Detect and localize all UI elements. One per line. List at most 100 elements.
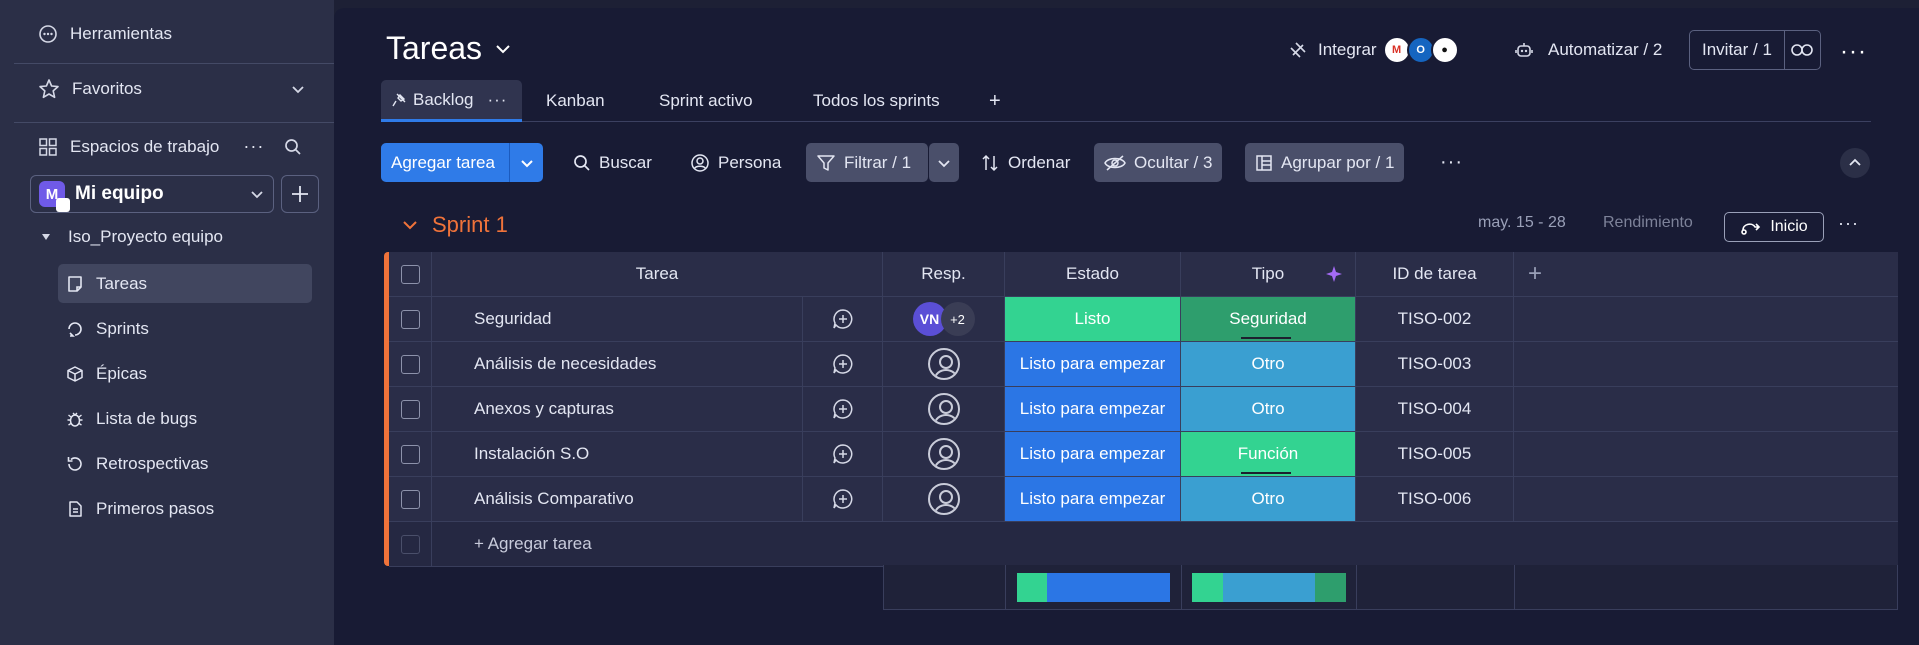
type-summary[interactable] — [1182, 565, 1357, 609]
tab-sprint-activo[interactable]: Sprint activo — [659, 80, 753, 122]
add-update-icon[interactable] — [803, 432, 883, 476]
ai-sparkle-icon[interactable] — [1325, 265, 1343, 283]
workspace-selector[interactable]: M Mi equipo — [30, 175, 274, 213]
select-all-checkbox[interactable] — [389, 252, 432, 296]
sidebar-item-retrospectivas[interactable]: Retrospectivas — [58, 444, 312, 483]
type-cell[interactable]: Otro — [1181, 477, 1356, 521]
add-view-button[interactable]: + — [989, 80, 1001, 122]
type-cell[interactable]: Función — [1181, 432, 1356, 476]
add-column-button[interactable]: + — [1514, 252, 1898, 296]
sidebar-workspaces: Espacios de trabajo ··· — [14, 136, 334, 157]
sidebar-item-tareas[interactable]: Tareas — [58, 264, 312, 303]
assignee-cell[interactable] — [883, 342, 1005, 386]
sprint-group-header[interactable]: Sprint 1 — [402, 212, 508, 238]
add-task-row[interactable]: + Agregar tarea — [389, 522, 1898, 567]
add-workspace-button[interactable] — [281, 175, 319, 213]
sort-button[interactable]: Ordenar — [970, 143, 1080, 182]
assignee-cell[interactable] — [883, 432, 1005, 476]
more-icon[interactable]: ··· — [243, 136, 264, 157]
row-checkbox[interactable] — [389, 297, 432, 341]
type-cell[interactable]: Seguridad — [1181, 297, 1356, 341]
caret-down-icon — [42, 234, 50, 240]
sidebar-item-label: Sprints — [96, 318, 149, 338]
task-name[interactable]: Análisis de necesidades — [432, 342, 803, 386]
table-row[interactable]: Instalación S.O Listo para empezar Funci… — [389, 432, 1898, 477]
add-update-icon[interactable] — [803, 387, 883, 431]
status-summary[interactable] — [1006, 565, 1182, 609]
collapse-button[interactable] — [1840, 148, 1870, 178]
more-options-icon[interactable]: ··· — [1840, 38, 1867, 66]
project-folder[interactable]: Iso_Proyecto equipo — [40, 227, 360, 247]
table-row[interactable]: Análisis de necesidades Listo para empez… — [389, 342, 1898, 387]
row-checkbox[interactable] — [389, 387, 432, 431]
add-update-icon[interactable] — [803, 297, 883, 341]
integrate-button[interactable]: Integrar M O ● — [1288, 32, 1459, 68]
status-cell[interactable]: Listo — [1005, 297, 1181, 341]
status-cell[interactable]: Listo para empezar — [1005, 387, 1181, 431]
invite-button[interactable]: Invitar / 1 — [1689, 30, 1821, 70]
more-icon[interactable]: ··· — [487, 90, 507, 110]
sprint-more-icon[interactable]: ··· — [1838, 213, 1859, 234]
task-name[interactable]: Análisis Comparativo — [432, 477, 803, 521]
assignee-cell[interactable] — [883, 477, 1005, 521]
hide-button[interactable]: Ocultar / 3 — [1094, 143, 1223, 182]
summary-empty — [1357, 565, 1515, 609]
group-by-label: Agrupar por / 1 — [1281, 152, 1395, 172]
add-task-input[interactable]: + Agregar tarea — [432, 522, 592, 566]
toolbar-more-icon[interactable]: ··· — [1430, 143, 1473, 182]
tab-backlog[interactable]: Backlog ··· — [381, 80, 522, 122]
row-checkbox[interactable] — [389, 477, 432, 521]
sidebar-item-primeros-pasos[interactable]: Primeros pasos — [58, 489, 312, 528]
status-cell[interactable]: Listo para empezar — [1005, 342, 1181, 386]
sort-icon — [982, 154, 998, 171]
automate-button[interactable]: Automatizar / 2 — [1514, 32, 1662, 68]
sidebar-favorites-label: Favoritos — [72, 79, 142, 98]
sidebar-item-sprints[interactable]: Sprints — [58, 309, 312, 348]
person-filter-button[interactable]: Persona — [680, 143, 791, 182]
doc-icon — [69, 500, 82, 517]
tab-todos-los-sprints[interactable]: Todos los sprints — [813, 80, 940, 122]
type-cell[interactable]: Otro — [1181, 387, 1356, 431]
search-icon[interactable] — [284, 138, 302, 156]
add-update-icon[interactable] — [803, 342, 883, 386]
search-button[interactable]: Buscar — [563, 143, 662, 182]
hide-label: Ocultar / 3 — [1134, 152, 1213, 172]
divider — [14, 122, 334, 123]
status-cell[interactable]: Listo para empezar — [1005, 432, 1181, 476]
page-title[interactable]: Tareas — [386, 30, 512, 67]
tab-label: Todos los sprints — [813, 91, 940, 110]
sidebar-favorites[interactable]: Favoritos — [14, 78, 334, 100]
sprint-performance[interactable]: Rendimiento — [1603, 214, 1693, 232]
task-id: TISO-004 — [1356, 387, 1514, 431]
search-label: Buscar — [599, 152, 652, 172]
table-row[interactable]: Anexos y capturas Listo para empezar Otr… — [389, 387, 1898, 432]
row-checkbox[interactable] — [389, 432, 432, 476]
sidebar-item-epicas[interactable]: Épicas — [58, 354, 312, 393]
person-placeholder-icon — [927, 438, 960, 470]
add-update-icon[interactable] — [803, 477, 883, 521]
start-label: Inicio — [1770, 218, 1808, 235]
task-name[interactable]: Seguridad — [432, 297, 803, 341]
add-task-dropdown[interactable] — [509, 143, 543, 182]
table-row[interactable]: Seguridad VN +2 Listo Seguridad TISO-002 — [389, 297, 1898, 342]
copy-link-icon[interactable] — [1785, 43, 1820, 57]
bug-icon — [67, 412, 83, 427]
sidebar-tools[interactable]: Herramientas — [14, 24, 334, 44]
add-task-button[interactable]: Agregar tarea — [381, 143, 543, 182]
type-cell[interactable]: Otro — [1181, 342, 1356, 386]
filter-dropdown[interactable] — [929, 143, 959, 182]
task-name[interactable]: Anexos y capturas — [432, 387, 803, 431]
group-by-button[interactable]: Agrupar por / 1 — [1245, 143, 1405, 182]
status-cell[interactable]: Listo para empezar — [1005, 477, 1181, 521]
task-name[interactable]: Instalación S.O — [432, 432, 803, 476]
start-sprint-button[interactable]: Inicio — [1724, 212, 1824, 242]
table-row[interactable]: Análisis Comparativo Listo para empezar … — [389, 477, 1898, 522]
row-checkbox[interactable] — [389, 342, 432, 386]
assignee-cell[interactable] — [883, 387, 1005, 431]
filter-button[interactable]: Filtrar / 1 — [806, 143, 928, 182]
assignee-cell[interactable]: VN +2 — [883, 297, 1005, 341]
tab-kanban[interactable]: Kanban — [546, 80, 605, 122]
github-icon: ● — [1430, 36, 1459, 64]
sidebar-item-bugs[interactable]: Lista de bugs — [58, 399, 312, 438]
tab-label: Backlog — [413, 89, 474, 109]
